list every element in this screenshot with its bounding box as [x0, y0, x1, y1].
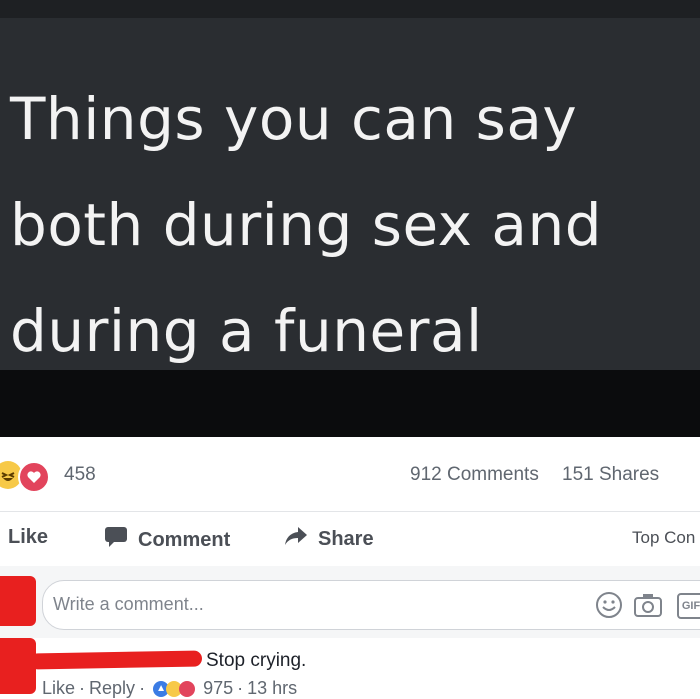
reaction-count[interactable]: 458	[64, 464, 96, 486]
share-button[interactable]: Share	[284, 526, 374, 552]
caption-line-2: both during sex and	[10, 191, 603, 259]
like-button[interactable]: Like	[8, 526, 48, 549]
comment-reactions[interactable]: ▲	[153, 680, 196, 697]
redacted-name	[29, 650, 203, 670]
comment-text: Stop crying.	[206, 650, 307, 671]
comment: Stop crying. Like · Reply · ▲ 975 · 13 h…	[0, 638, 700, 698]
caption-line-1: Things you can say	[10, 85, 578, 153]
shares-count[interactable]: 151 Shares	[562, 464, 659, 486]
caption-line-3: during a funeral	[10, 297, 483, 365]
emoji-icon[interactable]	[595, 591, 623, 624]
comment-input[interactable]: Write a comment... GIF	[42, 580, 700, 630]
image-bottom-strip	[0, 370, 700, 437]
comment-label: Comment	[138, 528, 231, 551]
avatar	[0, 576, 36, 626]
meta-separator: ·	[139, 678, 146, 698]
gif-icon[interactable]: GIF	[677, 593, 700, 619]
comment-time[interactable]: 13 hrs	[247, 678, 297, 699]
love-reaction-icon	[179, 680, 196, 697]
comment-placeholder: Write a comment...	[53, 594, 204, 614]
meta-separator: ·	[237, 678, 244, 698]
comment-button[interactable]: Comment	[104, 526, 230, 554]
love-reaction-icon	[18, 461, 50, 493]
share-label: Share	[318, 527, 374, 550]
comment-like-link[interactable]: Like	[42, 678, 75, 699]
comment-meta: Like · Reply · ▲ 975 · 13 hrs	[42, 678, 297, 699]
like-label: Like	[8, 526, 49, 548]
comment-reaction-count[interactable]: 975	[203, 678, 233, 699]
image-top-strip	[0, 0, 700, 18]
post-image[interactable]: Things you can say both during sex and d…	[0, 0, 700, 437]
reactions-bar: 458 912 Comments 151 Shares	[0, 437, 700, 512]
action-bar: Like Comment Share Top Con	[0, 512, 700, 567]
share-arrow-icon	[284, 526, 308, 552]
comment-icon	[104, 526, 128, 554]
comments-count[interactable]: 912 Comments	[410, 464, 539, 486]
comment-composer: Write a comment... GIF	[0, 566, 700, 638]
camera-icon[interactable]	[633, 591, 663, 624]
top-comments-dropdown[interactable]: Top Con	[632, 528, 695, 548]
meta-separator: ·	[79, 678, 86, 698]
post-caption: Things you can say both during sex and d…	[10, 66, 700, 384]
comment-reply-link[interactable]: Reply	[89, 678, 135, 699]
